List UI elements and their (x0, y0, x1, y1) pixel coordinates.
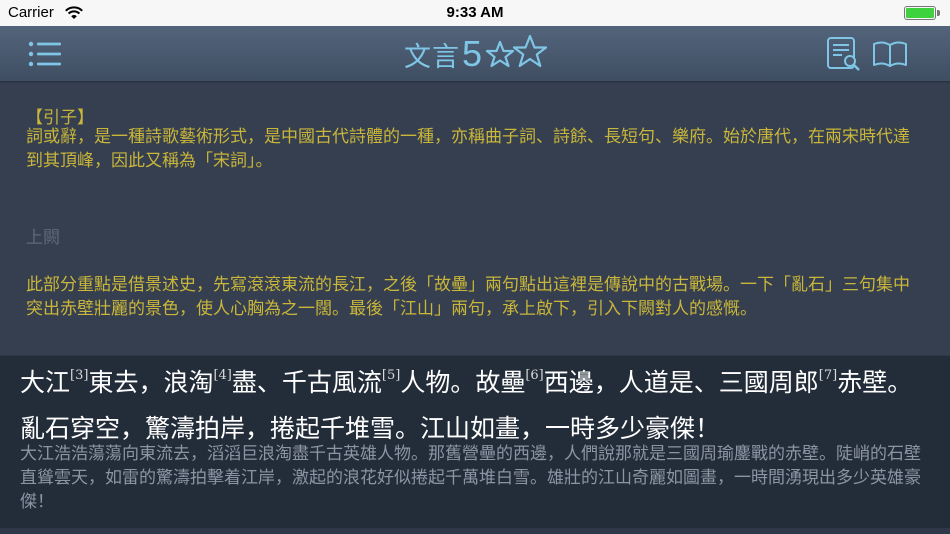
poem-segment: 東去，浪淘 (88, 368, 214, 397)
footnote-ref[interactable]: [6] (525, 368, 543, 383)
footnote-ref[interactable]: [7] (819, 368, 837, 383)
footnote-ref[interactable]: [5] (382, 368, 400, 383)
status-bar: Carrier 9:33 AM (0, 0, 950, 26)
outline-star-icon (512, 34, 548, 68)
intro-text: 詞或辭，是一種詩歌藝術形式，是中國古代詩體的一種，亦稱曲子詞、詩餘、長短句、樂府… (26, 127, 910, 171)
footnote-ref[interactable]: [3] (70, 368, 88, 383)
poem-segment: 盡、千古風流 (231, 368, 382, 397)
poem-segment: 西邊，人道是、三國周郎 (543, 368, 819, 397)
nav-bar: 文言 5 (0, 26, 950, 82)
battery-tip (937, 10, 940, 16)
battery-icon (904, 6, 936, 20)
battery-level (906, 8, 934, 18)
commentary-panel[interactable]: 【引子】 詞或辭，是一種詩歌藝術形式，是中國古代詩體的一種，亦稱曲子詞、詩餘、長… (0, 83, 950, 355)
nav-title: 文言 5 (404, 33, 548, 74)
nav-title-number: 5 (462, 33, 483, 74)
list-icon[interactable] (28, 40, 62, 68)
document-search-icon[interactable] (826, 36, 862, 72)
filled-star-icon (485, 40, 515, 68)
footnote-ref[interactable]: [4] (213, 368, 231, 383)
rating-stars-icon (485, 34, 548, 68)
section-commentary: 此部分重點是借景述史，先寫滾滾東流的長江，之後「故壘」兩句點出這裡是傳說中的古戰… (26, 275, 910, 319)
nav-title-text: 文言 (404, 41, 460, 73)
bottom-strip (0, 528, 950, 534)
poem-segment: 人物。故壘 (400, 368, 526, 397)
translation-text: 大江浩浩蕩蕩向東流去，滔滔巨浪淘盡千古英雄人物。那舊營壘的西邊，人們說那就是三國… (20, 444, 921, 512)
poem-text: 大江[3]東去，浪淘[4]盡、千古風流[5]人物。故壘[6]西邊，人道是、三國周… (20, 360, 930, 452)
book-icon[interactable] (872, 40, 908, 68)
status-time: 9:33 AM (446, 4, 504, 21)
section-label: 上闕 (26, 228, 60, 248)
poem-segment: 大江 (20, 368, 71, 397)
poem-panel[interactable]: 大江[3]東去，浪淘[4]盡、千古風流[5]人物。故壘[6]西邊，人道是、三國周… (0, 356, 950, 528)
